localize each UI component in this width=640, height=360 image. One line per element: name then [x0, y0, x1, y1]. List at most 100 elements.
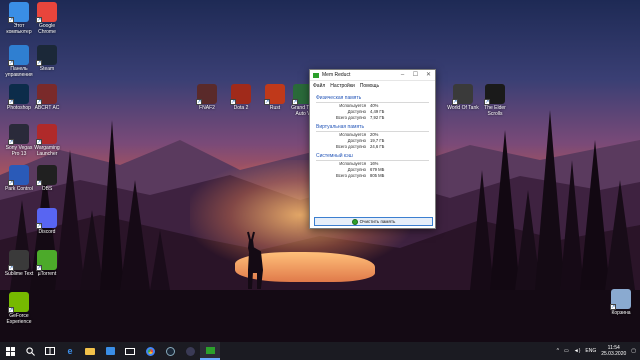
shortcut-arrow-icon: ↗	[36, 265, 42, 271]
deer-silhouette	[247, 231, 264, 289]
shortcut-arrow-icon: ↗	[36, 60, 42, 66]
shortcut-arrow-icon: ↗	[36, 17, 42, 23]
taskbar: e ^ ▭ ◄) ENG 11:54 25.03.2020 ▢	[0, 342, 640, 360]
menu-file[interactable]: Файл	[313, 83, 325, 89]
desktop-icon-label: Park Control	[5, 186, 33, 192]
desktop-icon-label: The Elder Scrolls	[484, 105, 506, 117]
task-view-icon[interactable]	[40, 342, 60, 360]
desktop-icon-label: GeForce Experience	[6, 313, 32, 325]
desktop-icon[interactable]: ↗ Google Chrome	[30, 2, 64, 35]
app-icon: ↗	[8, 2, 29, 23]
desktop-icon-label: µTorrent	[37, 271, 57, 277]
desktop-icon-label: Корзина	[611, 310, 631, 316]
shortcut-arrow-icon: ↗	[36, 139, 42, 145]
clock[interactable]: 11:54 25.03.2020	[601, 345, 626, 357]
maximize-button[interactable]: ☐	[409, 70, 422, 81]
desktop-icon-label: Google Chrome	[38, 23, 56, 35]
shortcut-arrow-icon: ↗	[8, 99, 14, 105]
memory-info: Физическая память Используется 40% Доступ…	[310, 90, 435, 181]
clear-memory-button[interactable]: Очистить память	[314, 217, 433, 226]
clear-memory-label: Очистить память	[359, 219, 396, 224]
app-icon: ↗	[230, 84, 251, 105]
desktop-icon[interactable]: ↗ GeForce Experience	[2, 292, 36, 325]
desktop-icon-label: Панель управления	[5, 66, 33, 78]
row-label: Всего доступно	[336, 115, 366, 120]
desktop-icon-label: OBS	[41, 186, 53, 192]
window-title: Mem Reduct	[322, 72, 351, 78]
app-icon: ↗	[264, 84, 285, 105]
menu-help[interactable]: Помощь	[360, 83, 379, 89]
desktop-icon[interactable]: ↗ µTorrent	[30, 250, 64, 277]
language-indicator[interactable]: ENG	[585, 348, 596, 354]
mem-reduct-taskbar-icon[interactable]	[200, 342, 220, 360]
app-icon: ↗	[36, 250, 57, 271]
desktop-icon[interactable]: ↗ World Of Tank	[446, 84, 480, 111]
desktop-icon-label: Dota 2	[233, 105, 249, 111]
windows-start-icon[interactable]	[0, 342, 20, 360]
desktop-icon[interactable]: ↗ Discord	[30, 208, 64, 235]
shortcut-arrow-icon: ↗	[8, 180, 14, 186]
desktop-icon[interactable]: ↗ OBS	[30, 165, 64, 192]
desktop-icon[interactable]: ↗ FNAF2	[190, 84, 224, 111]
system-tray: ^ ▭ ◄) ENG 11:54 25.03.2020 ▢	[557, 345, 640, 357]
row-label: Всего доступно	[336, 144, 366, 149]
store-icon[interactable]	[100, 342, 120, 360]
shortcut-arrow-icon: ↗	[8, 60, 14, 66]
desktop-icon[interactable]: ↗ ABCRT AC	[30, 84, 64, 111]
desktop-icon-label: ABCRT AC	[34, 105, 60, 111]
menu-bar: Файл Настройки Помощь	[310, 81, 435, 90]
desktop-icon[interactable]: ↗ The Elder Scrolls	[478, 84, 512, 117]
notifications-icon[interactable]: ▢	[631, 348, 636, 354]
clock-date: 25.03.2020	[601, 351, 627, 357]
volume-icon[interactable]: ◄)	[574, 348, 581, 354]
shortcut-arrow-icon: ↗	[610, 304, 616, 310]
chrome-icon[interactable]	[140, 342, 160, 360]
edge-browser-icon[interactable]: e	[60, 342, 80, 360]
virtual-memory-section: Виртуальная память Используется 20% Досту…	[316, 124, 429, 150]
app-icon: ↗	[610, 289, 631, 310]
desktop-icon[interactable]: ↗ Корзина	[604, 289, 638, 316]
shield-icon	[351, 218, 358, 225]
desktop-icon-label: Sublime Text	[4, 271, 34, 277]
desktop-icon[interactable]: ↗ Steam	[30, 45, 64, 72]
desktop-icon[interactable]: ↗ Dota 2	[224, 84, 258, 111]
search-icon[interactable]	[20, 342, 40, 360]
shortcut-arrow-icon: ↗	[8, 17, 14, 23]
steam-icon[interactable]	[160, 342, 180, 360]
app-icon: ↗	[8, 84, 29, 105]
section-title: Физическая память	[316, 95, 429, 103]
info-row: Всего доступно 24,6 ГБ	[316, 144, 429, 150]
desktop-icon-label: Этот компьютер	[6, 23, 32, 35]
app-icon: ↗	[36, 165, 57, 186]
chevron-up-icon[interactable]: ^	[557, 348, 559, 354]
minimize-button[interactable]: –	[396, 70, 409, 81]
desktop-icon-label: World Of Tank	[447, 105, 479, 111]
title-bar[interactable]: Mem Reduct – ☐ ✕	[310, 70, 435, 81]
close-button[interactable]: ✕	[422, 70, 435, 81]
shortcut-arrow-icon: ↗	[196, 99, 202, 105]
shortcut-arrow-icon: ↗	[8, 139, 14, 145]
shortcut-arrow-icon: ↗	[36, 180, 42, 186]
shortcut-arrow-icon: ↗	[8, 307, 14, 313]
shortcut-arrow-icon: ↗	[36, 99, 42, 105]
network-icon[interactable]: ▭	[564, 348, 569, 354]
desktop-icon-label: FNAF2	[199, 105, 215, 111]
row-value: 805 МБ	[370, 173, 385, 178]
mail-icon[interactable]	[120, 342, 140, 360]
shortcut-arrow-icon: ↗	[230, 99, 236, 105]
info-row: Всего доступно 7,92 ГБ	[316, 115, 429, 121]
info-row: Всего доступно 805 МБ	[316, 173, 429, 179]
media-icon[interactable]	[180, 342, 200, 360]
app-icon: ↗	[8, 292, 29, 313]
desktop-icon-label: Rust	[269, 105, 281, 111]
app-icon: ↗	[8, 250, 29, 271]
menu-settings[interactable]: Настройки	[330, 83, 355, 89]
app-icon: ↗	[8, 124, 29, 145]
desktop-icon-label: Sony Vegas Pro 13	[5, 145, 33, 157]
mem-reduct-window: Mem Reduct – ☐ ✕ Файл Настройки Помощь Ф…	[309, 69, 436, 229]
app-icon: ↗	[484, 84, 505, 105]
desktop-icon[interactable]: ↗ Wargaming Launcher	[30, 124, 64, 157]
file-explorer-icon[interactable]	[80, 342, 100, 360]
app-icon: ↗	[8, 165, 29, 186]
section-title: Системный кэш	[316, 153, 429, 161]
